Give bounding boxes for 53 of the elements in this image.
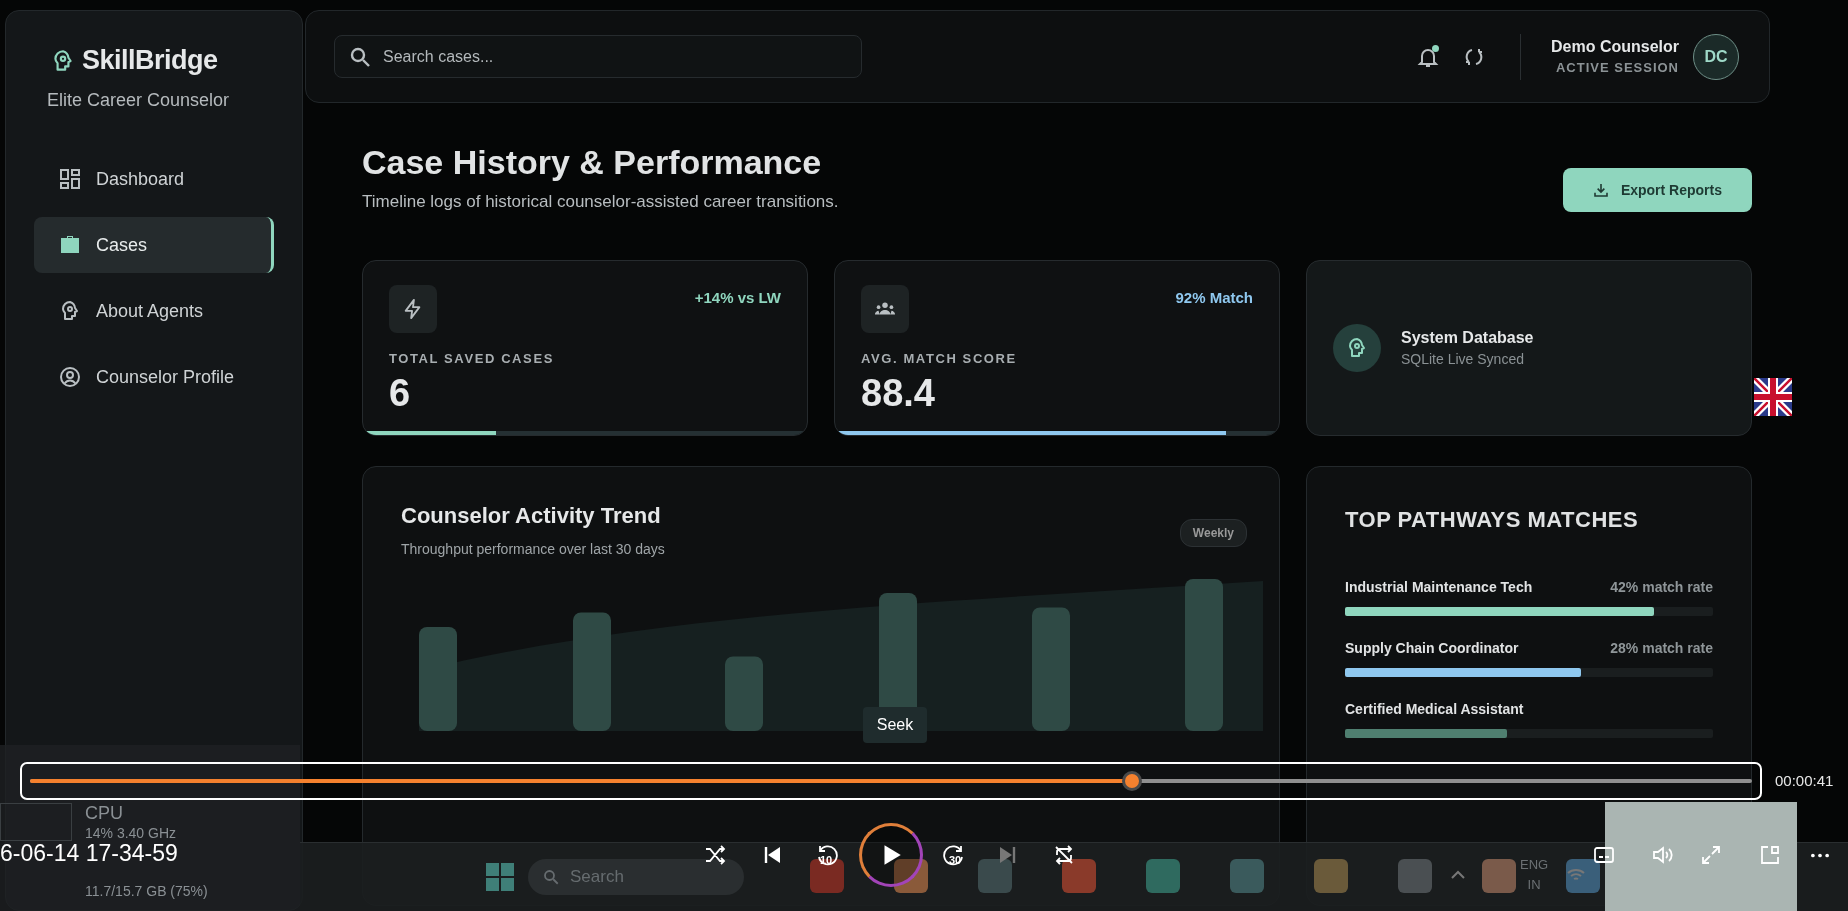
user-circle-icon: [58, 365, 82, 389]
chart-title: Counselor Activity Trend: [401, 503, 662, 529]
chart-subtitle: Throughput performance over last 30 days: [401, 541, 665, 557]
speaker-icon: [1651, 843, 1675, 867]
stat-label: TOTAL SAVED CASES: [389, 351, 555, 366]
more-dots-icon: [1810, 852, 1830, 858]
cpu-label: CPU: [85, 803, 123, 824]
page-subtitle: Timeline logs of historical counselor-assisted career transitions.: [362, 192, 839, 212]
export-reports-button[interactable]: Export Reports: [1562, 168, 1752, 212]
pathway-name: Industrial Maintenance Tech: [1345, 579, 1533, 595]
seek-tooltip: Seek: [863, 707, 927, 743]
notification-bell-icon[interactable]: [1416, 44, 1440, 69]
match-rate: 28% match rate: [1610, 640, 1713, 656]
union-flag-icon[interactable]: [1754, 378, 1792, 416]
search-field[interactable]: Search cases...: [334, 35, 862, 78]
page-title: Case History & Performance: [362, 143, 823, 182]
status-title: System Database: [1401, 329, 1534, 347]
period-selector[interactable]: Weekly: [1179, 519, 1247, 547]
sidebar-item[interactable]: Counselor Profile: [34, 349, 274, 405]
session-status: ACTIVE SESSION: [1555, 60, 1679, 75]
search-icon: [348, 45, 372, 69]
stat-label: AVG. MATCH SCORE: [861, 351, 1018, 366]
user-name: Demo Counselor: [1551, 38, 1679, 56]
memory-reading: 11.7/15.7 GB (75%): [85, 883, 208, 899]
status-subtitle: SQLite Live Synced: [1401, 351, 1525, 367]
pathway-name: Certified Medical Assistant: [1345, 701, 1524, 717]
cpu-reading: 14% 3.40 GHz: [85, 825, 177, 841]
stat-delta: 92% Match: [1175, 289, 1253, 306]
pathway-name: Supply Chain Coordinator: [1345, 640, 1519, 656]
windows-logo-icon[interactable]: [486, 863, 514, 891]
elapsed-time: 00:00:41: [1775, 772, 1834, 789]
video-file-name: 6-06-14 17-34-59: [0, 840, 178, 867]
sidebar-item[interactable]: Dashboard: [34, 151, 274, 207]
shuffle-icon: [703, 843, 727, 867]
expand-icon: [1699, 843, 1723, 867]
seek-bar[interactable]: [20, 762, 1762, 800]
pathways-title: TOP PATHWAYS MATCHES: [1345, 507, 1640, 533]
sidebar-item[interactable]: About Agents: [34, 283, 274, 339]
stat-delta: +14% vs LW: [694, 289, 781, 306]
taskbar-app-icon[interactable]: [1062, 859, 1096, 893]
download-icon: [1592, 182, 1609, 198]
search-icon: [542, 868, 560, 886]
brand-tagline: Elite Career Counselor: [46, 90, 231, 111]
cpu-graph: [0, 803, 72, 841]
user-avatar[interactable]: DC: [1693, 33, 1739, 80]
sidebar-item[interactable]: Cases: [34, 217, 274, 273]
brand-name: SkillBridge: [82, 45, 218, 76]
taskbar-search-field[interactable]: Search: [528, 859, 744, 895]
mini-player-icon: [1758, 843, 1782, 867]
match-rate: 42% match rate: [1610, 579, 1713, 595]
stat-value: 6: [389, 372, 412, 415]
dashboard-grid-icon: [58, 167, 82, 191]
stat-value: 88.4: [861, 372, 936, 415]
